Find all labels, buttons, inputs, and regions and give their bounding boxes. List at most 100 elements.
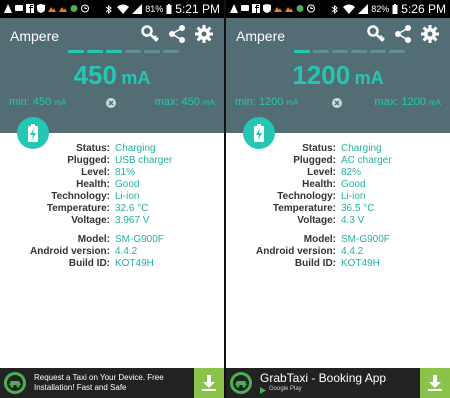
info-value: 82% [341,167,362,178]
app-icon [296,5,304,12]
key-icon[interactable] [140,24,160,44]
info-row: Temperature: 32.6 °C [0,203,224,215]
max-reading: max: 450 mA [155,96,215,108]
taxi-logo-icon [4,372,26,394]
app-title: Ampere [10,28,60,44]
clock-icon [81,4,89,13]
device-label: Android version: [29,246,110,257]
device-row: Android version: 4.4.2 [226,246,450,258]
max-unit: mA [429,98,441,107]
min-value: 450 [32,96,52,108]
info-value: Li-ion [341,191,366,202]
ad-banner[interactable]: GrabTaxi - Booking App Google Play [226,368,450,398]
info-row: Level: 82% [226,167,450,179]
photo-icon [285,7,293,12]
shield-icon [263,4,271,13]
device-value: SM-G900F [115,234,164,245]
info-row: Status: Charging [0,143,224,155]
clock-time: 5:21 PM [175,2,220,16]
gear-icon[interactable] [194,24,214,44]
max-label: max: [154,96,179,108]
info-label: Level: [81,167,110,178]
battery-info: Status: Charging Plugged: USB charger Leve… [0,143,224,270]
info-row: Technology: Li-ion [226,191,450,203]
level-dash [313,50,329,53]
info-row: Temperature: 36.5 °C [226,203,450,215]
wifi-icon [343,4,356,14]
min-label: min: [9,96,30,108]
info-value: 3.967 V [115,215,150,226]
device-row: Model: SM-G900F [226,234,450,246]
photo-icon [48,7,56,12]
info-label: Health: [76,179,110,190]
facebook-icon [252,4,260,13]
warning-icon [230,4,238,13]
max-unit: mA [203,98,215,107]
share-icon[interactable] [167,24,187,44]
info-row: Plugged: AC charger [226,155,450,167]
battery-charging-icon [28,124,38,142]
device-value: KOT49H [341,258,380,269]
device-row: Android version: 4.4.2 [0,246,224,258]
info-value: Good [115,179,140,190]
info-label: Plugged: [293,155,336,166]
phone-screen-2: 82% 5:26 PM Ampere 1200 mA min: 1200 mA [226,0,450,398]
download-button[interactable] [194,368,224,398]
info-value: AC charger [341,155,392,166]
app-header: Ampere 1200 mA min: 1200 mA max: 1200 mA [226,18,450,133]
info-value: 4.3 V [341,215,365,226]
battery-charging-icon [254,124,264,142]
current-unit: mA [121,68,151,88]
min-label: min: [235,96,256,108]
info-row: Technology: Li-ion [0,191,224,203]
info-row: Plugged: USB charger [0,155,224,167]
info-value: Good [341,179,366,190]
device-value: KOT49H [115,258,154,269]
level-dash [87,50,103,53]
current-value: 450 [73,60,117,90]
info-value: 36.5 °C [341,203,375,214]
level-dash [68,50,84,53]
info-value: Charging [115,143,156,154]
level-dash [106,50,122,53]
info-value: Charging [341,143,382,154]
status-bar: 82% 5:26 PM [226,0,450,18]
signal-icon [358,4,369,14]
share-icon[interactable] [393,24,413,44]
info-value: 32.6 °C [115,203,149,214]
clock-icon [307,4,315,13]
info-label: Health: [302,179,336,190]
min-reading: min: 450 mA [9,96,66,108]
download-button[interactable] [420,368,450,398]
device-label: Android version: [255,246,336,257]
info-label: Temperature: [272,203,336,214]
device-value: SM-G900F [341,234,390,245]
device-value: 4.4.2 [341,246,364,257]
reset-icon[interactable] [106,98,116,108]
max-value: 1200 [401,96,426,108]
battery-icon [392,4,398,14]
level-dash [125,50,141,53]
device-row: Model: SM-G900F [0,234,224,246]
status-bar: 81% 5:21 PM [0,0,224,18]
current-reading: 1200 mA [226,60,450,91]
level-dash [332,50,348,53]
info-label: Status: [302,143,336,154]
ad-banner[interactable]: Request a Taxi on Your Device. Free Inst… [0,368,224,398]
level-dash [351,50,367,53]
download-icon [428,375,442,391]
min-value: 1200 [258,96,284,108]
gear-icon[interactable] [420,24,440,44]
level-dash [389,50,405,53]
reset-icon[interactable] [332,98,342,108]
current-level-indicator [68,50,179,54]
device-row: Build ID: KOT49H [0,258,224,270]
info-row: Voltage: 4.3 V [226,215,450,227]
key-icon[interactable] [366,24,386,44]
device-label: Build ID: [68,258,110,269]
info-label: Technology: [51,191,110,202]
info-label: Temperature: [46,203,110,214]
status-right: 82% 5:26 PM [330,2,446,16]
info-label: Plugged: [67,155,110,166]
app-header: Ampere 450 mA min: 450 mA max: 450 mA [0,18,224,133]
